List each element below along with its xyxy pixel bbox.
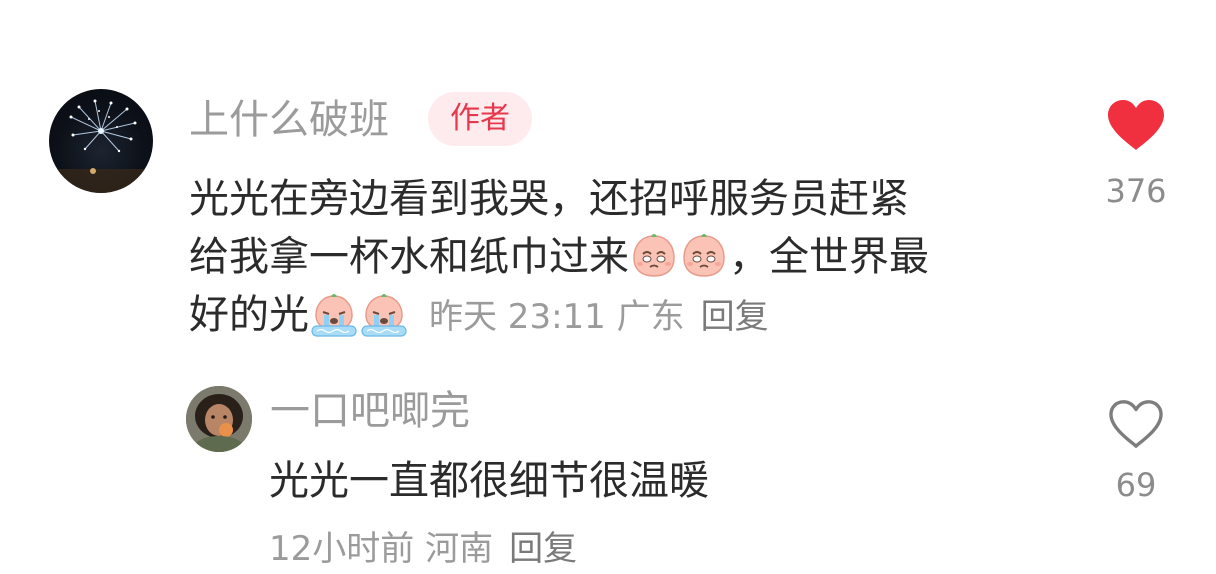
comment-item: 上什么破班 作者 光光在旁边看到我哭，还招呼服务员赶紧 给我拿一杯水和纸巾过来 (0, 0, 1216, 380)
pleading-face-emoji (629, 230, 679, 280)
avatar[interactable] (186, 386, 252, 452)
author-badge: 作者 (428, 92, 532, 146)
pleading-face-emoji (679, 230, 729, 280)
reply-button[interactable]: 回复 (509, 529, 577, 569)
avatar[interactable] (49, 89, 153, 193)
like-button[interactable]: 69 (1100, 398, 1172, 506)
comment-text-line: 光光在旁边看到我哭，还招呼服务员赶紧 (189, 176, 909, 222)
comment-text-line: ，全世界最 (729, 234, 929, 280)
username[interactable]: 一口吧唧完 (270, 383, 470, 439)
like-count: 376 (1105, 172, 1167, 210)
heart-filled-icon[interactable] (1106, 98, 1166, 152)
crying-face-emoji (359, 288, 409, 338)
fireworks-avatar-image (49, 99, 153, 193)
heart-outline-icon[interactable] (1107, 398, 1165, 450)
crying-face-emoji (309, 288, 359, 338)
comment-time: 12小时前 (269, 529, 415, 569)
comment-meta: 昨天 23:11 广东 回复 (429, 288, 769, 346)
like-button[interactable]: 376 (1100, 98, 1172, 212)
comment-meta: 12小时前 河南 回复 (269, 524, 577, 574)
comment-location: 广东 (616, 297, 685, 337)
comment-text-line: 给我拿一杯水和纸巾过来 (189, 234, 629, 280)
comment-time: 昨天 23:11 (429, 297, 606, 337)
reply-button[interactable]: 回复 (701, 297, 769, 337)
like-count: 69 (1115, 466, 1157, 504)
comment-text-line: 好的光 (189, 292, 309, 338)
comment-location: 河南 (425, 529, 494, 569)
person-avatar-image (186, 386, 252, 452)
username[interactable]: 上什么破班 (189, 92, 389, 148)
comment-text: 光光一直都很细节很温暖 (269, 458, 709, 504)
comment-text: 光光在旁边看到我哭，还招呼服务员赶紧 给我拿一杯水和纸巾过来 ，全世界最 好的光… (189, 170, 1059, 344)
